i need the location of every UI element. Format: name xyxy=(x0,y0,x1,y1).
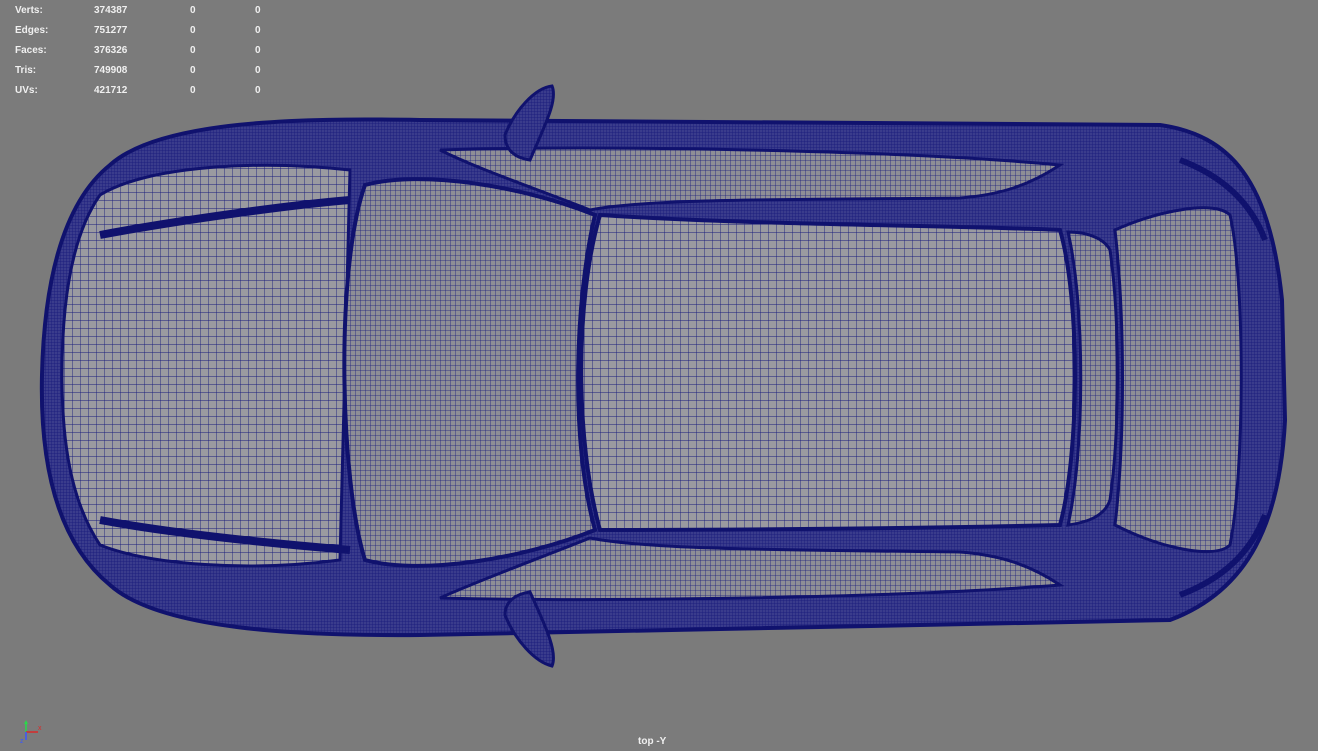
viewport-panel[interactable] xyxy=(0,0,1318,751)
hud-selected: 0 xyxy=(190,5,196,16)
hud-components: 0 xyxy=(255,45,261,56)
car-wireframe-model[interactable] xyxy=(0,0,1318,751)
hud-selected: 0 xyxy=(190,25,196,36)
hud-row-edges: Edges: 751277 0 0 xyxy=(15,21,275,41)
hud-components: 0 xyxy=(255,85,261,96)
roof-panel xyxy=(579,212,1077,533)
hud-total: 374387 xyxy=(94,5,128,16)
hud-label: Edges: xyxy=(15,25,49,36)
hud-total: 751277 xyxy=(94,25,128,36)
svg-text:z: z xyxy=(20,738,24,744)
hud-row-uvs: UVs: 421712 0 0 xyxy=(15,81,275,101)
hud-label: Tris: xyxy=(15,65,37,76)
heads-up-display: Verts: 374387 0 0 Edges: 751277 0 0 Face… xyxy=(15,1,275,101)
hud-label: Faces: xyxy=(15,45,47,56)
windshield-panel xyxy=(342,177,598,568)
hud-components: 0 xyxy=(255,65,261,76)
svg-text:x: x xyxy=(38,725,42,732)
hud-components: 0 xyxy=(255,25,261,36)
axis-gizmo-icon: x z xyxy=(20,720,42,744)
hud-row-verts: Verts: 374387 0 0 xyxy=(15,1,275,21)
hud-selected: 0 xyxy=(190,45,196,56)
hud-selected: 0 xyxy=(190,65,196,76)
hud-row-tris: Tris: 749908 0 0 xyxy=(15,61,275,81)
hud-total: 376326 xyxy=(94,45,128,56)
camera-label: top -Y xyxy=(638,736,667,747)
hood-panel xyxy=(60,163,352,568)
hud-selected: 0 xyxy=(190,85,196,96)
trunk-panel xyxy=(1113,206,1243,554)
hud-row-faces: Faces: 376326 0 0 xyxy=(15,41,275,61)
hud-components: 0 xyxy=(255,5,261,16)
hud-label: Verts: xyxy=(15,5,43,16)
hud-total: 749908 xyxy=(94,65,128,76)
hud-label: UVs: xyxy=(15,85,38,96)
hud-total: 421712 xyxy=(94,85,128,96)
